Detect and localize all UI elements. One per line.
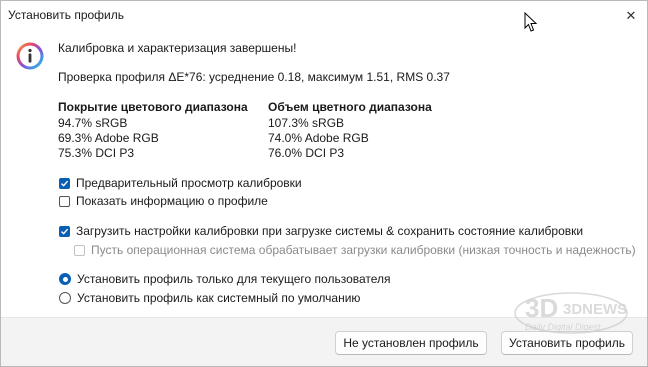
window-title: Установить профиль	[8, 8, 124, 22]
checkbox-checked-icon[interactable]	[59, 225, 70, 237]
svg-text:3D: 3D	[525, 293, 558, 323]
volume-srgb: 107.3% sRGB	[268, 116, 345, 130]
os-handles-calibration-label: Пусть операционная система обрабатывает …	[91, 243, 636, 257]
svg-text:Daily Digital Digest: Daily Digital Digest	[525, 322, 601, 332]
close-button[interactable]: ✕	[615, 1, 647, 31]
title-bar[interactable]: Установить профиль ✕	[1, 1, 647, 31]
install-system-default-label: Установить профиль как системный по умол…	[77, 291, 361, 305]
radio-selected-icon[interactable]	[59, 273, 71, 285]
preview-calibration-label: Предварительный просмотр калибровки	[76, 176, 302, 190]
mouse-cursor-icon	[524, 12, 538, 32]
3dnews-watermark-logo: 3D 3DNEWS Daily Digital Digest	[514, 292, 628, 334]
install-current-user-label: Установить профиль только для текущего п…	[77, 272, 391, 286]
close-icon: ✕	[625, 8, 637, 23]
info-icon	[16, 42, 44, 70]
load-on-startup-checkbox[interactable]: Загрузить настройки калибровки при загру…	[59, 224, 583, 238]
coverage-title: Покрытие цветового диапазона	[58, 100, 248, 114]
install-system-default-radio[interactable]: Установить профиль как системный по умол…	[59, 291, 360, 305]
show-profile-info-checkbox[interactable]: Показать информацию о профиле	[59, 194, 268, 208]
dont-install-profile-button[interactable]: Не установлен профиль	[335, 331, 487, 355]
radio-unselected-icon[interactable]	[59, 292, 71, 304]
coverage-dci-p3: 75.3% DCI P3	[58, 146, 135, 160]
install-profile-dialog: Установить профиль ✕ Калибровка и характ…	[0, 0, 648, 367]
install-current-user-radio[interactable]: Установить профиль только для текущего п…	[59, 272, 391, 286]
volume-dci-p3: 76.0% DCI P3	[268, 146, 345, 160]
verification-text: Проверка профиля ΔE*76: усреднение 0.18,…	[58, 70, 450, 84]
svg-text:3DNEWS: 3DNEWS	[563, 301, 627, 318]
completion-heading: Калибровка и характеризация завершены!	[58, 41, 297, 55]
coverage-adobe-rgb: 69.3% Adobe RGB	[58, 131, 159, 145]
volume-adobe-rgb: 74.0% Adobe RGB	[268, 131, 369, 145]
load-on-startup-label: Загрузить настройки калибровки при загру…	[76, 224, 584, 238]
os-handles-calibration-checkbox[interactable]: Пусть операционная система обрабатывает …	[74, 243, 636, 257]
volume-title: Объем цветного диапазона	[268, 100, 432, 114]
checkbox-checked-icon[interactable]	[59, 177, 70, 189]
checkbox-unchecked-icon[interactable]	[59, 195, 70, 207]
coverage-srgb: 94.7% sRGB	[58, 116, 128, 130]
show-profile-info-label: Показать информацию о профиле	[76, 194, 268, 208]
checkbox-disabled-icon[interactable]	[74, 244, 85, 256]
preview-calibration-checkbox[interactable]: Предварительный просмотр калибровки	[59, 176, 302, 190]
